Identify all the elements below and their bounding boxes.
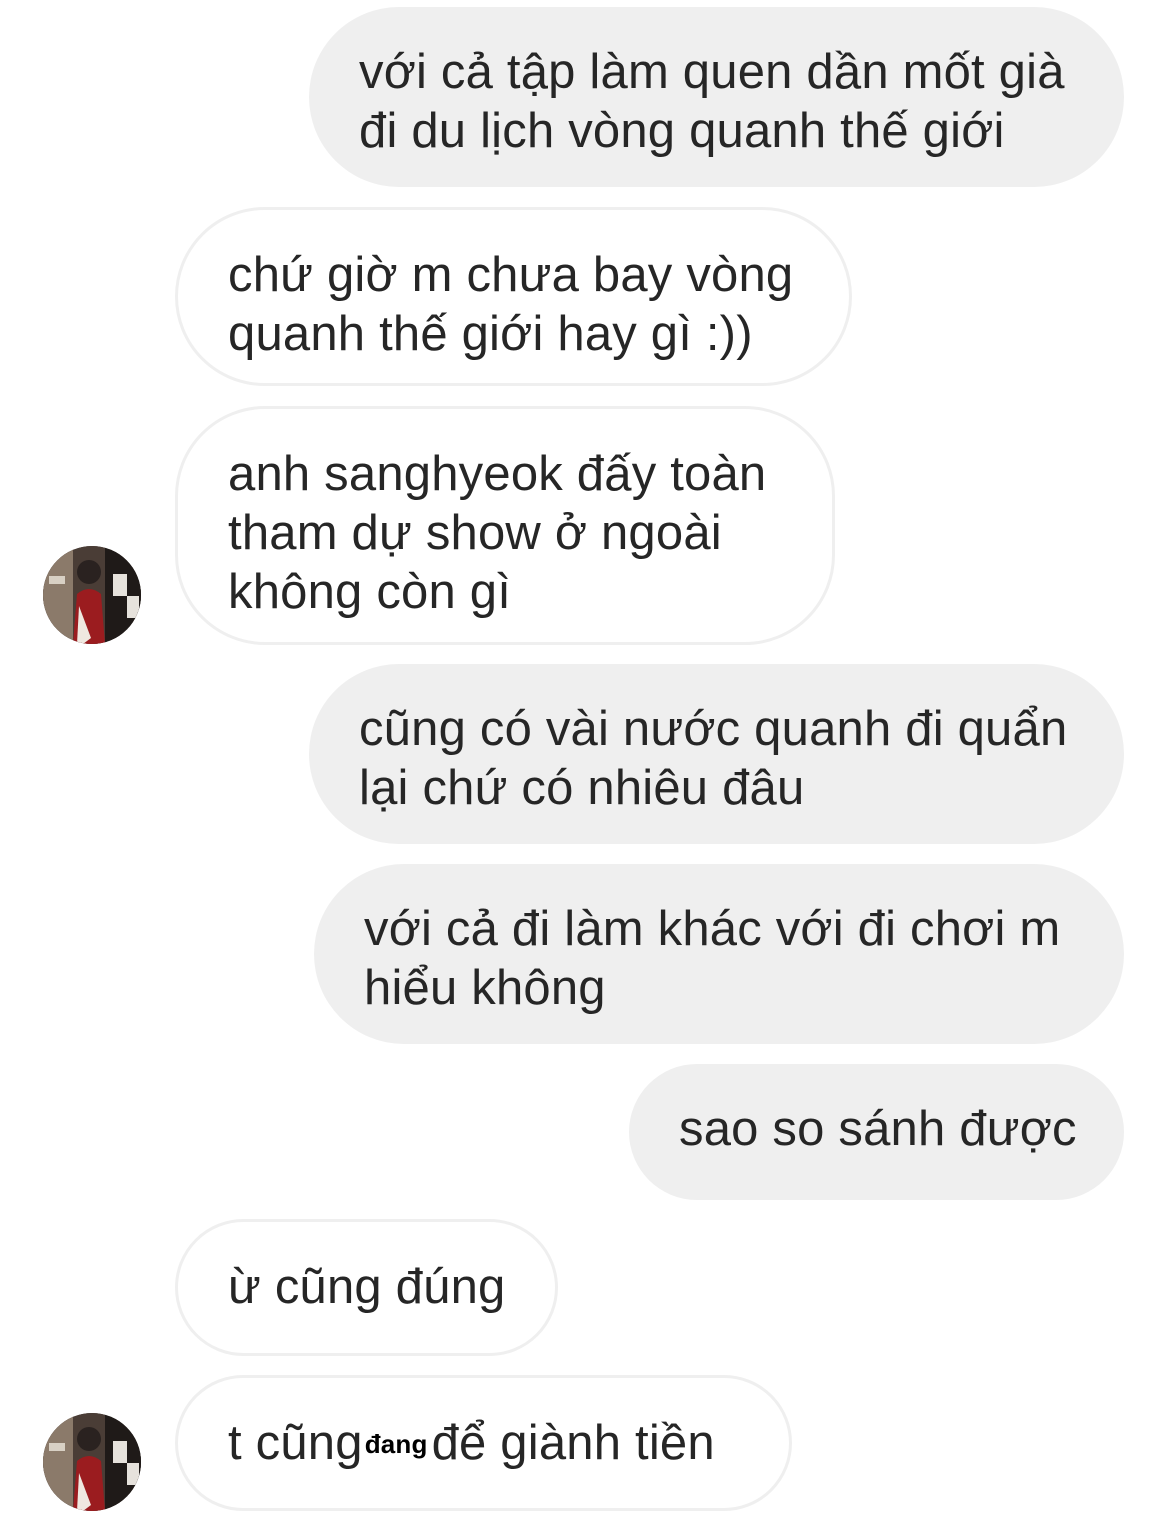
message-text: chứ giờ m chưa bay vòng <box>228 248 794 302</box>
message-bubble-sent[interactable]: với cả tập làm quen dần mốt già đi du lị… <box>309 7 1124 187</box>
message-text: ừ cũng đúng <box>228 1260 506 1314</box>
message-text: cũng có vài nước quanh đi quẩn <box>359 702 1068 756</box>
message-text: tham dự show ở ngoài <box>228 506 722 560</box>
message-text: với cả đi làm khác với đi chơi m <box>364 902 1061 956</box>
message-bubble-sent[interactable]: sao so sánh được <box>629 1064 1124 1200</box>
message-text: hiểu không <box>364 961 606 1015</box>
inserted-word: đang <box>364 1429 428 1459</box>
avatar[interactable] <box>43 546 141 644</box>
message-text: anh sanghyeok đấy toàn <box>228 447 767 501</box>
message-bubble-received[interactable]: chứ giờ m chưa bay vòng quanh thế giới h… <box>175 207 852 386</box>
avatar[interactable] <box>43 1413 141 1511</box>
message-text: sao so sánh được <box>679 1102 1077 1156</box>
message-text: lại chứ có nhiêu đâu <box>359 761 805 815</box>
message-text: với cả tập làm quen dần mốt già <box>359 45 1065 99</box>
message-bubble-received[interactable]: ừ cũng đúng <box>175 1219 558 1356</box>
message-text: không còn gì <box>228 565 512 619</box>
message-text-part: t cũng <box>228 1416 363 1470</box>
message-text: đi du lịch vòng quanh thế giới <box>359 104 1005 158</box>
message-bubble-received[interactable]: anh sanghyeok đấy toàn tham dự show ở ng… <box>175 406 835 645</box>
message-bubble-received[interactable]: t cũngđangđể giành tiền <box>175 1375 792 1511</box>
message-text: t cũngđangđể giành tiền <box>228 1414 739 1474</box>
user-avatar-photo-icon <box>43 546 141 644</box>
user-avatar-photo-icon <box>43 1413 141 1511</box>
message-text: quanh thế giới hay gì :)) <box>228 307 753 361</box>
message-bubble-sent[interactable]: cũng có vài nước quanh đi quẩn lại chứ c… <box>309 664 1124 844</box>
message-bubble-sent[interactable]: với cả đi làm khác với đi chơi m hiểu kh… <box>314 864 1124 1044</box>
message-text-part: để giành tiền <box>431 1416 715 1470</box>
